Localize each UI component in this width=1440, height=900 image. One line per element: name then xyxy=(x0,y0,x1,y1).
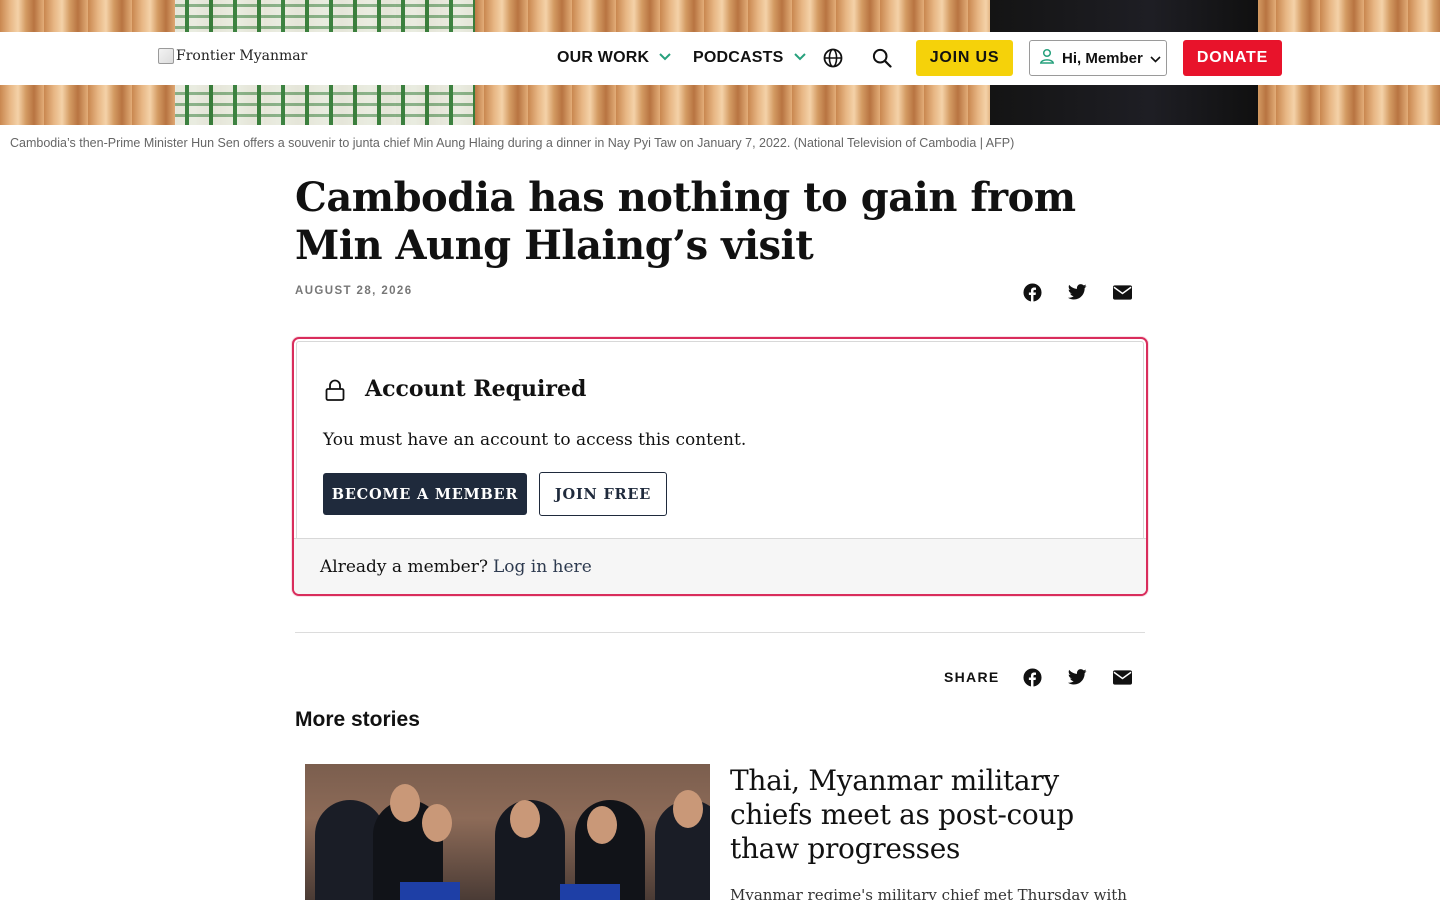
become-member-button[interactable]: BECOME A MEMBER xyxy=(323,473,527,515)
share-bar-bottom xyxy=(1021,666,1133,688)
facebook-icon[interactable] xyxy=(1021,281,1043,303)
hero-caption: Cambodia’s then-Prime Minister Hun Sen o… xyxy=(10,136,1015,150)
story-excerpt: Myanmar regime's military chief met Thur… xyxy=(730,886,1127,900)
section-divider xyxy=(295,632,1145,633)
broken-image-icon xyxy=(158,48,174,64)
email-icon[interactable] xyxy=(1111,666,1133,688)
language-globe-icon[interactable] xyxy=(822,47,844,69)
user-icon xyxy=(1039,48,1055,68)
twitter-icon[interactable] xyxy=(1066,281,1088,303)
facebook-icon[interactable] xyxy=(1021,666,1043,688)
paywall-footer: Already a member? Log in here xyxy=(294,538,1146,594)
nav-our-work[interactable]: OUR WORK xyxy=(557,49,671,67)
story-thumbnail[interactable] xyxy=(305,764,710,900)
already-member-text: Already a member? xyxy=(320,556,488,577)
chevron-down-icon xyxy=(1150,50,1161,67)
photo-face xyxy=(673,790,703,828)
paywall-message: You must have an account to access this … xyxy=(323,430,747,450)
more-stories-heading: More stories xyxy=(295,708,420,731)
nav-label: OUR WORK xyxy=(557,49,650,66)
search-icon[interactable] xyxy=(871,47,893,69)
site-logo[interactable]: Frontier Myanmar xyxy=(158,48,307,64)
photo-face xyxy=(422,804,452,842)
member-greeting: Hi, Member xyxy=(1062,49,1143,67)
article-date: AUGUST 28, 2026 xyxy=(295,285,413,297)
share-label: SHARE xyxy=(944,669,1000,685)
paywall-card: Account Required You must have an accoun… xyxy=(292,337,1148,596)
email-icon[interactable] xyxy=(1111,281,1133,303)
chevron-down-icon xyxy=(659,50,671,64)
share-bar-top xyxy=(1021,281,1133,303)
photo-face xyxy=(510,800,540,838)
nav-label: PODCASTS xyxy=(693,49,784,66)
photo-folder xyxy=(400,882,460,900)
article-title: Cambodia has nothing to gain from Min Au… xyxy=(295,174,1076,269)
join-us-button[interactable]: JOIN US xyxy=(916,40,1013,76)
login-link[interactable]: Log in here xyxy=(493,557,592,577)
site-header: Frontier Myanmar OUR WORK PODCASTS JOIN … xyxy=(0,32,1440,85)
join-free-button[interactable]: JOIN FREE xyxy=(539,472,667,516)
logo-alt-text: Frontier Myanmar xyxy=(176,48,308,64)
photo-folder xyxy=(560,884,620,900)
photo-face xyxy=(587,806,617,844)
nav-podcasts[interactable]: PODCASTS xyxy=(693,49,806,67)
photo-face xyxy=(390,784,420,822)
twitter-icon[interactable] xyxy=(1066,666,1088,688)
lock-icon xyxy=(324,379,346,405)
donate-button[interactable]: DONATE xyxy=(1183,40,1282,76)
story-title[interactable]: Thai, Myanmar military chiefs meet as po… xyxy=(730,764,1130,866)
paywall-title: Account Required xyxy=(365,376,587,402)
chevron-down-icon xyxy=(793,50,806,64)
member-menu-button[interactable]: Hi, Member xyxy=(1029,40,1167,76)
